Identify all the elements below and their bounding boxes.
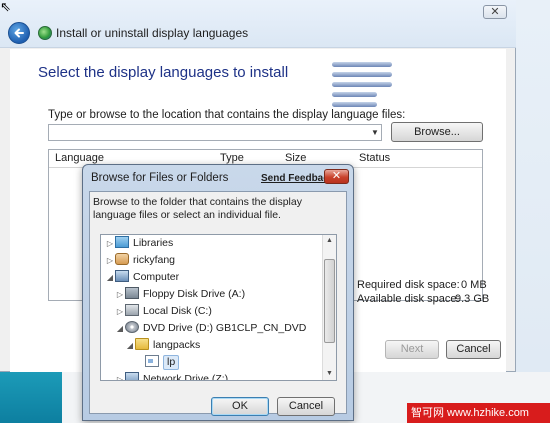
cancel-button[interactable]: Cancel <box>446 340 501 359</box>
folder-icon <box>135 338 149 350</box>
dialog-description: Browse to the folder that contains the d… <box>93 196 302 221</box>
globe-icon <box>38 26 52 40</box>
tree-item-floppy[interactable]: ▷ Floppy Disk Drive (A:) <box>115 286 245 303</box>
column-header-type[interactable]: Type <box>220 152 244 164</box>
hard-disk-icon <box>125 304 139 316</box>
required-disk-value: 0 MB <box>461 279 487 291</box>
site-watermark: 智可网 www.hzhike.com <box>407 403 550 423</box>
user-folder-icon <box>115 253 129 265</box>
rendering-artifact <box>332 82 392 87</box>
rendering-artifact <box>332 72 392 77</box>
window-title: Install or uninstall display languages <box>56 26 249 40</box>
window-title-bar <box>0 0 516 48</box>
expand-arrow-icon[interactable]: ▷ <box>105 252 115 269</box>
computer-icon <box>115 270 129 282</box>
next-button[interactable]: Next <box>385 340 439 359</box>
collapse-arrow-icon[interactable]: ◢ <box>115 320 125 337</box>
floppy-icon <box>125 287 139 299</box>
column-header-language[interactable]: Language <box>55 152 104 164</box>
collapse-arrow-icon[interactable]: ◢ <box>125 337 135 354</box>
column-header-size[interactable]: Size <box>285 152 306 164</box>
network-drive-icon <box>125 372 139 380</box>
tree-item-label: Local Disk (C:) <box>143 305 212 317</box>
dvd-icon <box>125 321 139 333</box>
desktop-background <box>512 0 550 423</box>
mouse-cursor-icon: ⇖ <box>0 0 11 14</box>
tree-item-label: DVD Drive (D:) GB1CLP_CN_DVD <box>143 322 307 334</box>
scroll-down-icon[interactable]: ▼ <box>323 368 336 380</box>
available-disk-value: 9.3 GB <box>455 293 490 305</box>
dialog-close-button[interactable]: ✕ <box>324 169 349 184</box>
page-heading: Select the display languages to install <box>38 64 289 81</box>
expand-arrow-icon[interactable]: ▷ <box>115 371 125 380</box>
tree-item-dvd-drive[interactable]: ◢ DVD Drive (D:) GB1CLP_CN_DVD <box>115 320 306 337</box>
tree-scrollbar[interactable]: ▲ ▼ <box>322 235 336 380</box>
tree-item-label: lp <box>163 355 180 370</box>
ok-button[interactable]: OK <box>211 397 269 416</box>
expand-arrow-icon[interactable]: ▷ <box>105 235 115 252</box>
tree-item-local-disk[interactable]: ▷ Local Disk (C:) <box>115 303 212 320</box>
tree-item-label: langpacks <box>153 339 201 351</box>
rendering-artifact <box>332 92 377 97</box>
back-button[interactable] <box>8 22 30 44</box>
tree-item-label: rickyfang <box>133 254 176 266</box>
dialog-title: Browse for Files or Folders <box>91 172 229 184</box>
rendering-artifact <box>332 62 392 67</box>
browse-dialog: Browse for Files or Folders Send Feedbac… <box>82 164 354 421</box>
folder-tree: ▷ Libraries ▷ rickyfang ◢ Computer ▷ Floppy … <box>100 234 337 381</box>
required-disk-label: Required disk space: <box>357 279 460 291</box>
tree-item-libraries[interactable]: ▷ Libraries <box>105 235 173 252</box>
scroll-up-icon[interactable]: ▲ <box>323 235 336 247</box>
tree-item-rickyfang[interactable]: ▷ rickyfang <box>105 252 175 269</box>
rendering-artifact <box>332 102 377 107</box>
column-header-status[interactable]: Status <box>359 152 390 164</box>
expand-arrow-icon[interactable]: ▷ <box>115 286 125 303</box>
back-arrow-icon <box>14 28 24 38</box>
browse-button[interactable]: Browse... <box>391 122 483 142</box>
expand-arrow-icon[interactable]: ▷ <box>115 303 125 320</box>
tree-item-lp[interactable]: lp <box>135 354 180 371</box>
path-prompt-label: Type or browse to the location that cont… <box>48 109 406 121</box>
collapse-arrow-icon[interactable]: ◢ <box>105 269 115 286</box>
language-path-input[interactable]: ▼ <box>48 124 382 141</box>
scrollbar-thumb[interactable] <box>324 259 335 343</box>
tree-item-label: Floppy Disk Drive (A:) <box>143 288 246 300</box>
file-icon <box>145 355 159 367</box>
tree-item-computer[interactable]: ◢ Computer <box>105 269 179 286</box>
dialog-cancel-button[interactable]: Cancel <box>277 397 335 416</box>
tree-item-langpacks[interactable]: ◢ langpacks <box>125 337 200 354</box>
tree-item-network-drive[interactable]: ▷ Network Drive (Z:) <box>115 371 229 381</box>
libraries-icon <box>115 236 129 248</box>
tree-item-label: Network Drive (Z:) <box>143 373 229 381</box>
taskbar-edge <box>0 372 62 423</box>
tree-item-label: Libraries <box>133 237 174 249</box>
chevron-down-icon[interactable]: ▼ <box>370 127 380 138</box>
available-disk-label: Available disk space: <box>357 293 460 305</box>
tree-item-label: Computer <box>133 271 180 283</box>
window-close-button[interactable]: ✕ <box>483 5 507 19</box>
